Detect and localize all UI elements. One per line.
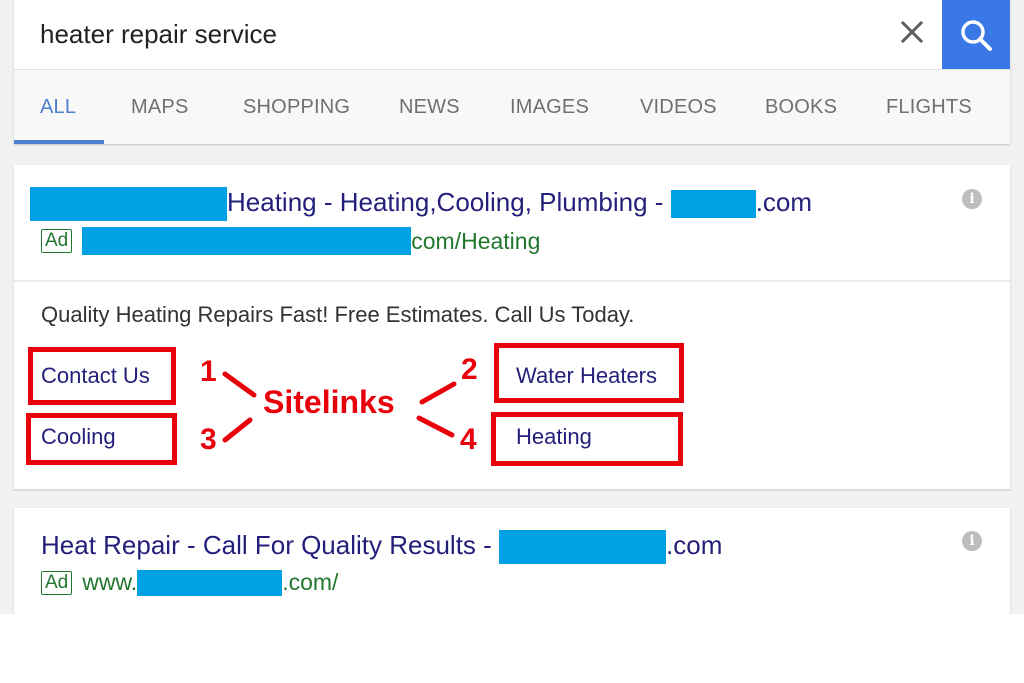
tab-news[interactable]: NEWS (399, 96, 460, 119)
annotation-label-sitelinks: Sitelinks (263, 384, 395, 420)
search-tabs: ALL MAPS SHOPPING NEWS IMAGES VIDEOS BOO… (14, 70, 1010, 144)
redacted-block (82, 227, 412, 255)
ad-display-url: Ad com/Heating (41, 227, 540, 255)
search-button[interactable] (942, 0, 1010, 69)
ad-title-tld: .com (755, 187, 813, 217)
ad-badge: Ad (41, 570, 73, 595)
ad-url-text: com/Heating (411, 227, 541, 254)
ad-title-link[interactable]: Heating - Heating,Cooling, Plumbing - .c… (30, 187, 813, 222)
ad-title-tld: .com (666, 530, 723, 560)
search-header: ALL MAPS SHOPPING NEWS IMAGES VIDEOS BOO… (14, 0, 1010, 144)
tab-flights[interactable]: FLIGHTS (886, 96, 972, 119)
tab-books[interactable]: BOOKS (765, 96, 837, 119)
divider (14, 280, 1010, 282)
highlight-box-1 (28, 347, 176, 405)
ad-title-text: Heating - Heating,Cooling, Plumbing - (227, 187, 671, 217)
highlight-box-4 (491, 412, 683, 466)
search-bar (14, 0, 1010, 70)
ad-url-prefix: www. (82, 569, 138, 595)
highlight-box-2 (494, 343, 684, 403)
tab-videos[interactable]: VIDEOS (640, 96, 717, 119)
ad-result-2: Heat Repair - Call For Quality Results -… (14, 508, 1010, 614)
annotation-line-1 (222, 371, 257, 398)
info-icon[interactable]: i (962, 531, 982, 551)
tab-images[interactable]: IMAGES (510, 96, 589, 119)
redacted-block (137, 569, 283, 596)
ad-result-1: Heating - Heating,Cooling, Plumbing - .c… (14, 165, 1010, 489)
info-icon[interactable]: i (962, 189, 982, 209)
redacted-block (499, 530, 667, 565)
annotation-line-4 (416, 415, 455, 438)
tab-all[interactable]: ALL (40, 96, 76, 119)
ad-url-suffix: .com/ (282, 569, 339, 595)
annotation-line-3 (222, 417, 253, 443)
ad-title-link[interactable]: Heat Repair - Call For Quality Results -… (41, 530, 723, 565)
bottom-blank-area (0, 614, 1024, 683)
close-icon (900, 20, 924, 44)
annotation-number-1: 1 (200, 355, 217, 388)
clear-search-button[interactable] (894, 14, 930, 50)
search-input[interactable] (40, 14, 840, 54)
annotation-number-4: 4 (460, 423, 477, 456)
ad-description: Quality Heating Repairs Fast! Free Estim… (41, 302, 635, 327)
annotation-line-2 (419, 381, 457, 405)
highlight-box-3 (26, 413, 177, 465)
ad-title-text: Heat Repair - Call For Quality Results - (41, 530, 500, 560)
redacted-block (670, 190, 756, 219)
ad-badge: Ad (41, 229, 73, 253)
annotation-number-2: 2 (461, 353, 478, 386)
annotation-number-3: 3 (200, 423, 217, 456)
search-icon (961, 19, 992, 51)
ad-display-url: Ad www. .com/ (41, 569, 338, 596)
active-tab-indicator (14, 140, 104, 144)
search-results-page: ALL MAPS SHOPPING NEWS IMAGES VIDEOS BOO… (0, 0, 1024, 614)
redacted-block (30, 187, 227, 222)
tab-maps[interactable]: MAPS (131, 96, 188, 119)
tab-shopping[interactable]: SHOPPING (243, 96, 350, 119)
